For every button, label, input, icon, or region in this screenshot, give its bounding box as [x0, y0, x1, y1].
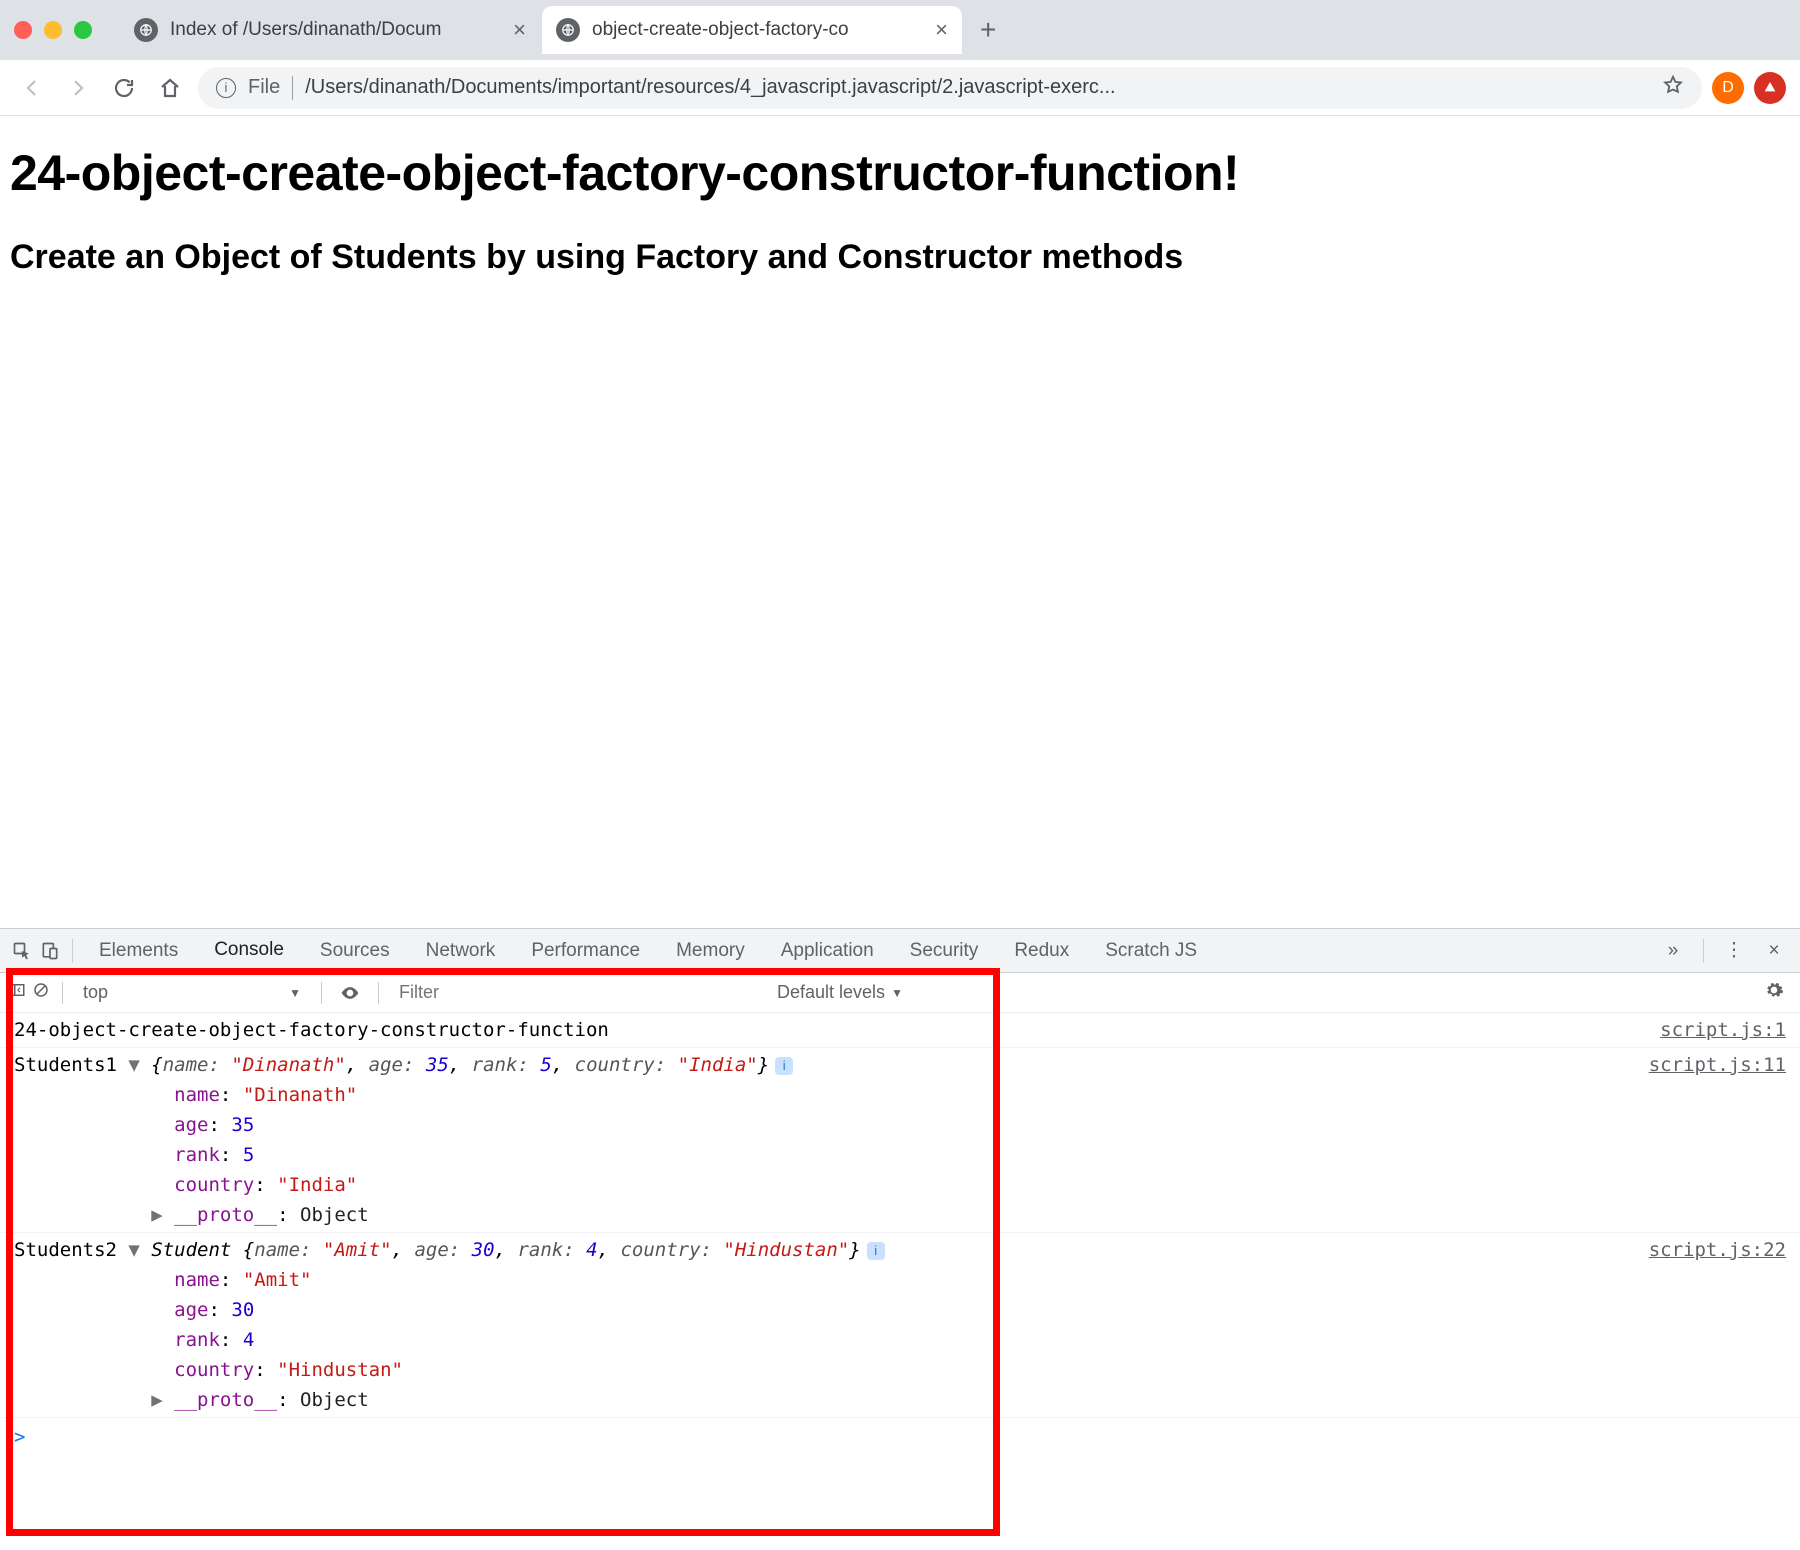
separator	[1703, 939, 1704, 963]
source-link[interactable]: script.js:11	[1633, 1050, 1786, 1230]
home-button[interactable]	[152, 70, 188, 106]
window-controls	[14, 21, 92, 39]
console-toolbar: top ▼ Default levels ▼	[0, 973, 1800, 1013]
disclosure-triangle-icon[interactable]: ▼	[128, 1239, 151, 1261]
site-info-icon[interactable]: i	[216, 78, 236, 98]
url-scheme-label: File	[248, 76, 280, 99]
close-tab-icon[interactable]: ×	[935, 17, 948, 43]
log-levels-selector[interactable]: Default levels ▼	[777, 982, 903, 1003]
profile-avatar[interactable]: D	[1712, 72, 1744, 104]
close-devtools-icon[interactable]: ×	[1756, 940, 1792, 962]
chevron-down-icon: ▼	[289, 986, 301, 1000]
tab-strip: Index of /Users/dinanath/Docum × object-…	[0, 0, 1800, 60]
console-log-row: Students2 ▼ Student {name: "Amit", age: …	[0, 1233, 1800, 1418]
tab-active[interactable]: object-create-object-factory-co ×	[542, 6, 962, 54]
devtools-panel: Elements Console Sources Network Perform…	[0, 928, 1800, 1550]
devtools-tab-security[interactable]: Security	[892, 929, 997, 973]
inspect-element-icon[interactable]	[8, 941, 36, 961]
back-button[interactable]	[14, 70, 50, 106]
clear-console-icon[interactable]	[32, 981, 50, 1004]
info-badge-icon[interactable]: i	[775, 1057, 793, 1075]
tab-inactive[interactable]: Index of /Users/dinanath/Docum ×	[120, 6, 540, 54]
url-text: /Users/dinanath/Documents/important/reso…	[305, 76, 1650, 99]
extension-badge[interactable]	[1754, 72, 1786, 104]
divider	[292, 76, 293, 100]
devtools-tab-elements[interactable]: Elements	[81, 929, 196, 973]
globe-icon	[134, 18, 158, 42]
source-link[interactable]: script.js:1	[1644, 1015, 1786, 1045]
devtools-tab-sources[interactable]: Sources	[302, 929, 408, 973]
avatar-initial: D	[1722, 79, 1734, 97]
bookmark-star-icon[interactable]	[1662, 74, 1684, 102]
new-tab-button[interactable]: +	[964, 14, 1012, 46]
console-filter-input[interactable]	[391, 978, 771, 1007]
toggle-sidebar-icon[interactable]	[8, 981, 26, 1004]
devtools-tab-console[interactable]: Console	[196, 929, 302, 973]
info-badge-icon[interactable]: i	[867, 1242, 885, 1260]
browser-chrome: Index of /Users/dinanath/Docum × object-…	[0, 0, 1800, 116]
devtools-tab-scratchjs[interactable]: Scratch JS	[1087, 929, 1215, 973]
devtools-tab-network[interactable]: Network	[408, 929, 514, 973]
console-log-row: 24-object-create-object-factory-construc…	[0, 1013, 1800, 1048]
source-link[interactable]: script.js:22	[1633, 1235, 1786, 1415]
console-prompt[interactable]: >	[0, 1418, 1800, 1456]
forward-button[interactable]	[60, 70, 96, 106]
page-subheading: Create an Object of Students by using Fa…	[10, 238, 1790, 277]
context-selector[interactable]: top ▼	[75, 982, 309, 1003]
console-settings-icon[interactable]	[1756, 980, 1792, 1005]
tabs-overflow-icon[interactable]: »	[1655, 940, 1691, 962]
tab-title: Index of /Users/dinanath/Docum	[170, 19, 501, 41]
close-window-button[interactable]	[14, 21, 32, 39]
globe-icon	[556, 18, 580, 42]
console-output: 24-object-create-object-factory-construc…	[0, 1013, 1800, 1550]
device-toolbar-icon[interactable]	[36, 941, 64, 961]
chevron-down-icon: ▼	[891, 986, 903, 1000]
separator	[378, 982, 379, 1004]
console-log-row: Students1 ▼ {name: "Dinanath", age: 35, …	[0, 1048, 1800, 1233]
devtools-tabbar: Elements Console Sources Network Perform…	[0, 929, 1800, 973]
devtools-tabbar-right: » ⋮ ×	[1655, 939, 1792, 963]
minimize-window-button[interactable]	[44, 21, 62, 39]
tab-title: object-create-object-factory-co	[592, 19, 923, 41]
address-bar[interactable]: i File /Users/dinanath/Documents/importa…	[198, 67, 1702, 109]
toolbar: i File /Users/dinanath/Documents/importa…	[0, 60, 1800, 116]
disclosure-triangle-icon[interactable]: ▼	[128, 1054, 151, 1076]
maximize-window-button[interactable]	[74, 21, 92, 39]
page-heading: 24-object-create-object-factory-construc…	[10, 144, 1790, 202]
levels-label: Default levels	[777, 982, 885, 1003]
live-expression-icon[interactable]	[334, 983, 366, 1003]
separator	[321, 982, 322, 1004]
kebab-menu-icon[interactable]: ⋮	[1716, 939, 1752, 962]
devtools-tab-memory[interactable]: Memory	[658, 929, 763, 973]
close-tab-icon[interactable]: ×	[513, 17, 526, 43]
reload-button[interactable]	[106, 70, 142, 106]
context-label: top	[83, 982, 108, 1003]
devtools-tab-performance[interactable]: Performance	[513, 929, 658, 973]
devtools-tab-application[interactable]: Application	[763, 929, 892, 973]
devtools-tab-redux[interactable]: Redux	[996, 929, 1087, 973]
separator	[72, 939, 73, 963]
separator	[62, 982, 63, 1004]
page-content: 24-object-create-object-factory-construc…	[0, 116, 1800, 277]
